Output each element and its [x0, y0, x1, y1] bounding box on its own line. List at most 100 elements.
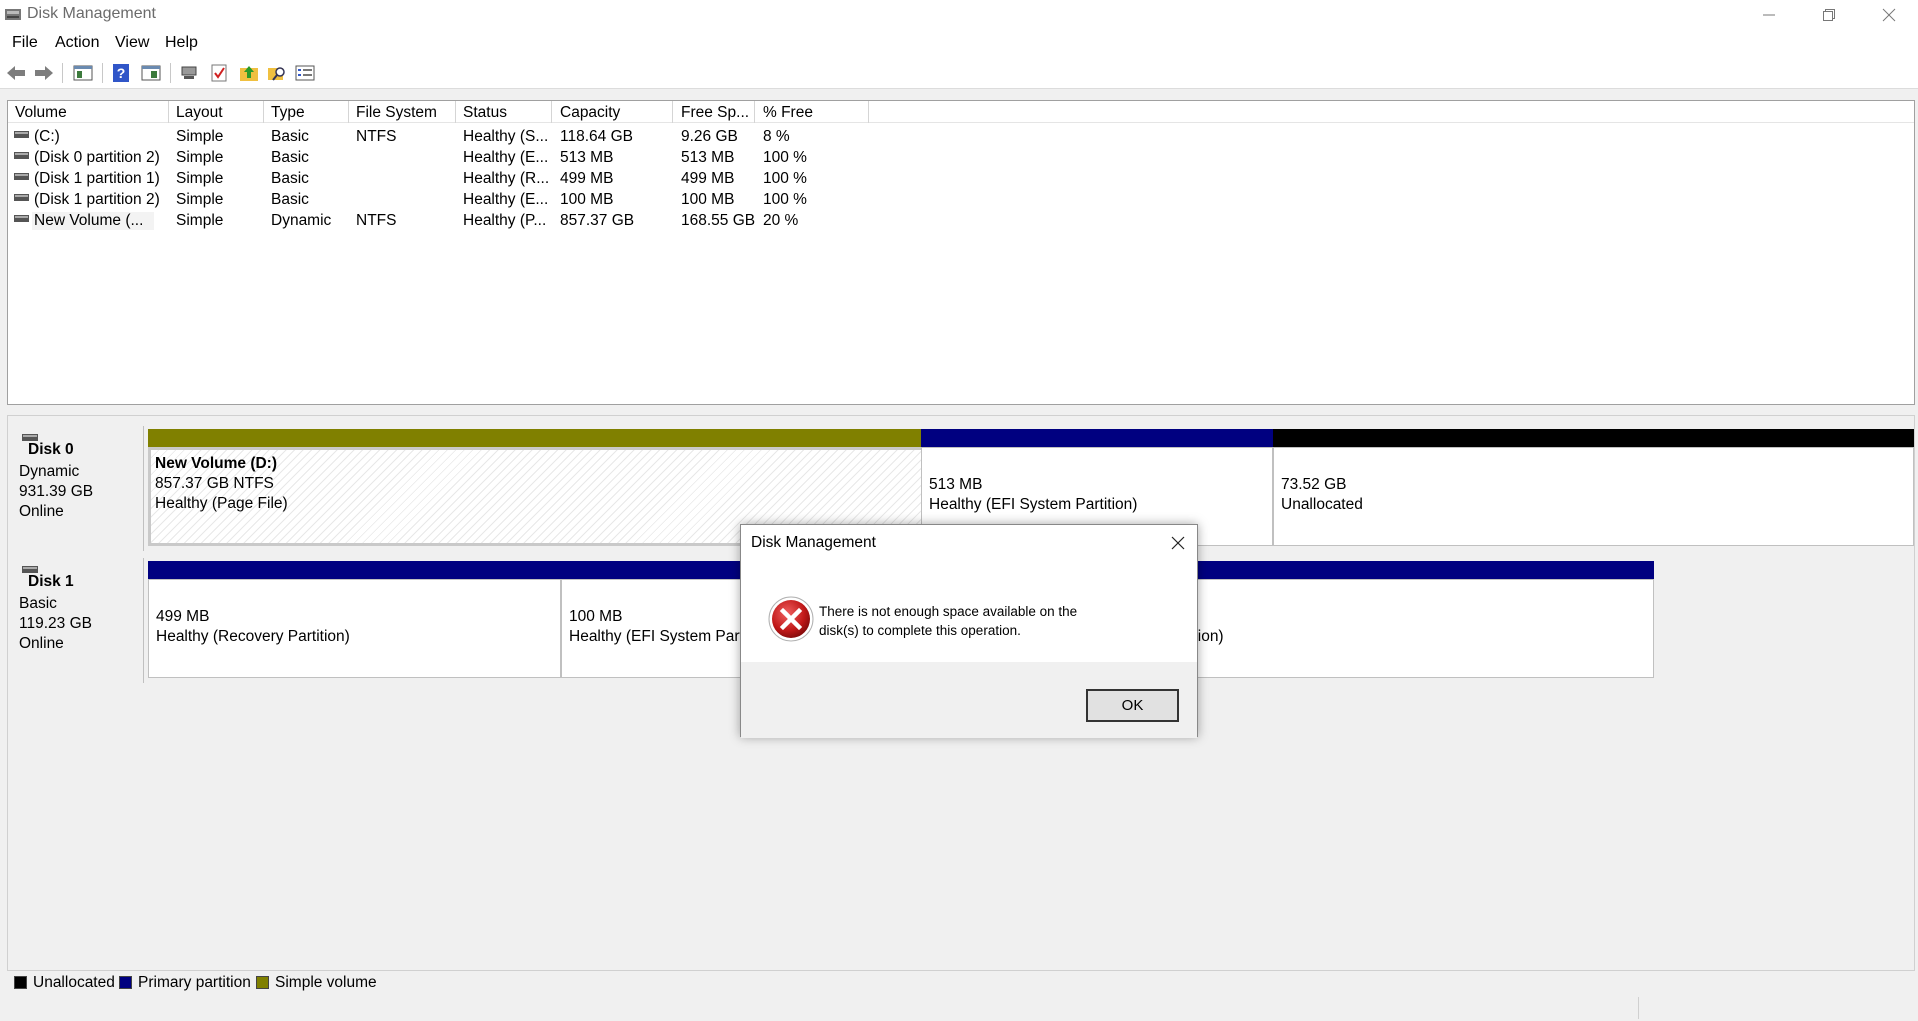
partition-size: 499 MB: [156, 608, 210, 625]
partition-status: Healthy (Recovery Partition): [156, 628, 350, 645]
cell-free-space: 9.26 GB: [681, 128, 738, 145]
partition-size: 73.52 GB: [1281, 476, 1347, 493]
disk-icon: [22, 434, 38, 441]
cell-status: Healthy (E...: [463, 149, 549, 166]
cell-volume: (Disk 1 partition 2): [34, 191, 160, 208]
error-icon: [768, 596, 814, 642]
search-folder-button[interactable]: [266, 62, 288, 84]
column-divider[interactable]: [263, 101, 264, 123]
menu-action[interactable]: Action: [55, 34, 99, 52]
cell-type: Dynamic: [271, 212, 332, 229]
column-header-capacity[interactable]: Capacity: [560, 104, 620, 122]
close-icon: [1171, 536, 1185, 550]
console-tree-button[interactable]: [72, 62, 94, 84]
connect-button[interactable]: [178, 62, 200, 84]
toolbar: ?: [0, 57, 1918, 89]
column-header-file-system[interactable]: File System: [356, 104, 437, 122]
ok-button[interactable]: OK: [1086, 689, 1179, 722]
cell-status: Healthy (E...: [463, 191, 549, 208]
column-divider[interactable]: [455, 101, 456, 123]
column-header-layout[interactable]: Layout: [176, 104, 223, 122]
cell-percent-free: 20 %: [763, 212, 799, 229]
toolbar-separator: [62, 63, 63, 83]
table-row[interactable]: New Volume (... Simple Dynamic NTFS Heal…: [8, 210, 1914, 231]
dialog-close-button[interactable]: [1167, 532, 1189, 554]
column-divider[interactable]: [168, 101, 169, 123]
cell-capacity: 100 MB: [560, 191, 614, 208]
window-title: Disk Management: [27, 5, 156, 22]
table-row[interactable]: (C:) Simple Basic NTFS Healthy (S... 118…: [8, 126, 1914, 147]
cell-free-space: 499 MB: [681, 170, 735, 187]
column-divider[interactable]: [348, 101, 349, 123]
legend-swatch-primary: [119, 976, 132, 989]
minimize-button[interactable]: [1740, 0, 1798, 29]
disk-name: Disk 1: [28, 573, 74, 590]
close-button[interactable]: [1860, 0, 1918, 29]
pane-splitter[interactable]: [7, 405, 1915, 415]
cell-free-space: 513 MB: [681, 149, 735, 166]
partition-color-bar: [1273, 429, 1914, 447]
close-icon: [1882, 8, 1896, 21]
list-icon: [295, 65, 315, 81]
cell-percent-free: 100 %: [763, 170, 807, 187]
dialog-title: Disk Management: [751, 534, 876, 551]
disk-1-label[interactable]: Disk 1 Basic 119.23 GB Online: [8, 558, 144, 683]
disk-type: Basic: [19, 595, 57, 612]
cell-type: Basic: [271, 170, 309, 187]
properties-button[interactable]: [140, 62, 162, 84]
cell-volume: (C:): [34, 128, 60, 145]
list-button[interactable]: [294, 62, 316, 84]
cell-capacity: 499 MB: [560, 170, 614, 187]
check-button[interactable]: [208, 62, 230, 84]
column-header-volume[interactable]: Volume: [15, 104, 67, 122]
column-header-status[interactable]: Status: [463, 104, 507, 122]
volume-icon: [14, 194, 29, 201]
table-row[interactable]: (Disk 1 partition 2) Simple Basic Health…: [8, 189, 1914, 210]
menu-file[interactable]: File: [12, 34, 38, 52]
partition-title: New Volume (D:): [155, 455, 277, 472]
cell-capacity: 118.64 GB: [560, 128, 633, 145]
partition-color-bar: [148, 561, 561, 579]
column-header-free-space[interactable]: Free Sp...: [681, 104, 749, 122]
status-bar: [0, 995, 1918, 1021]
partition-color-bar: [921, 429, 1273, 447]
column-header-type[interactable]: Type: [271, 104, 305, 122]
partition-disk1-recovery[interactable]: 499 MB Healthy (Recovery Partition): [148, 561, 561, 678]
folder-up-icon: [240, 66, 258, 81]
menu-help[interactable]: Help: [165, 34, 198, 52]
column-divider[interactable]: [672, 101, 673, 123]
check-icon: [211, 64, 227, 82]
help-button[interactable]: ?: [110, 62, 132, 84]
volume-icon: [14, 131, 29, 138]
cell-free-space: 168.55 GB: [681, 212, 756, 229]
forward-button[interactable]: [33, 62, 55, 84]
disk-name: Disk 0: [28, 441, 74, 458]
cell-status: Healthy (S...: [463, 128, 549, 145]
cell-volume: (Disk 0 partition 2): [34, 149, 160, 166]
back-button[interactable]: [5, 62, 27, 84]
cell-percent-free: 100 %: [763, 149, 807, 166]
column-divider[interactable]: [868, 101, 869, 123]
minimize-icon: [1763, 14, 1775, 15]
cell-capacity: 857.37 GB: [560, 212, 635, 229]
column-header-percent-free[interactable]: % Free: [763, 104, 813, 122]
partition-body: 499 MB Healthy (Recovery Partition): [148, 579, 561, 678]
restore-icon: [1823, 8, 1835, 21]
cell-status: Healthy (P...: [463, 212, 547, 229]
disk-0-label[interactable]: Disk 0 Dynamic 931.39 GB Online: [8, 426, 144, 551]
legend-swatch-simple: [256, 976, 269, 989]
disk-management-icon: [5, 9, 21, 20]
cell-status: Healthy (R...: [463, 170, 550, 187]
console-tree-icon: [73, 65, 93, 81]
folder-up-button[interactable]: [238, 62, 260, 84]
cell-type: Basic: [271, 128, 309, 145]
partition-disk0-unallocated[interactable]: 73.52 GB Unallocated: [1273, 429, 1914, 546]
table-row[interactable]: (Disk 0 partition 2) Simple Basic Health…: [8, 147, 1914, 168]
restore-button[interactable]: [1800, 0, 1858, 29]
menu-view[interactable]: View: [115, 34, 149, 52]
cell-type: Basic: [271, 149, 309, 166]
cell-layout: Simple: [176, 212, 224, 229]
column-divider[interactable]: [551, 101, 552, 123]
column-divider[interactable]: [754, 101, 755, 123]
table-row[interactable]: (Disk 1 partition 1) Simple Basic Health…: [8, 168, 1914, 189]
